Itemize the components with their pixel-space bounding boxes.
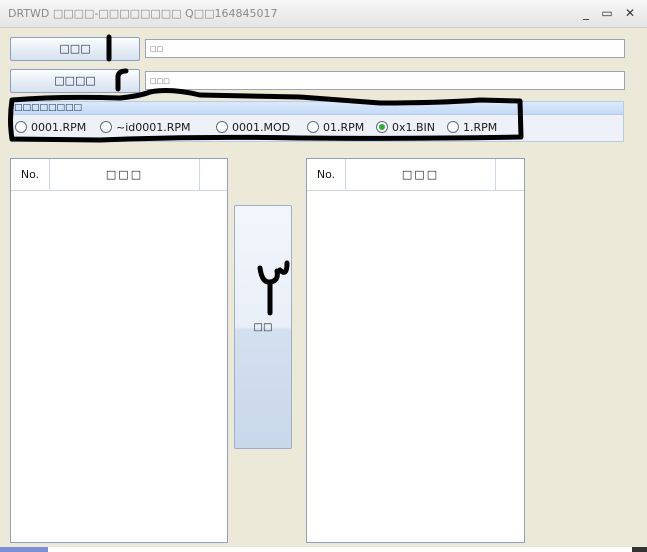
format-group-header: □□□□□□□□ xyxy=(10,101,624,115)
radio-id0001-rpm[interactable]: ~id0001.RPM xyxy=(100,120,191,134)
radio-1-rpm[interactable]: 1.RPM xyxy=(447,120,497,134)
radio-circle-icon[interactable] xyxy=(216,121,228,133)
right-list-header: No. □□□ xyxy=(307,159,524,191)
left-col-name[interactable]: □□□ xyxy=(50,159,200,190)
radio-circle-icon[interactable] xyxy=(307,121,319,133)
top-path-input[interactable]: □□ xyxy=(145,39,625,58)
right-col-no[interactable]: No. xyxy=(307,159,346,190)
radio-circle-icon[interactable] xyxy=(100,121,112,133)
radio-label: 0001.RPM xyxy=(31,120,87,134)
top-action-button[interactable]: □□□ xyxy=(10,37,140,61)
radio-0x1-bin[interactable]: 0x1.BIN xyxy=(376,120,435,134)
title-bar: DRTWD □□□□-□□□□□□□□ Q□□164845017 _ ▭ ✕ xyxy=(0,0,647,28)
left-list-header: No. □□□ xyxy=(11,159,227,191)
right-col-name[interactable]: □□□ xyxy=(346,159,496,190)
second-path-input[interactable]: □□□ xyxy=(145,71,625,90)
radio-circle-icon[interactable] xyxy=(15,121,27,133)
bottom-right-strip xyxy=(632,547,647,552)
radio-selected-icon[interactable] xyxy=(376,121,388,133)
minimize-icon[interactable]: _ xyxy=(578,5,594,21)
maximize-icon[interactable]: ▭ xyxy=(599,5,615,21)
radio-0001-rpm[interactable]: 0001.RPM xyxy=(15,120,86,134)
transfer-button-label: □□ xyxy=(253,322,273,333)
close-icon[interactable]: ✕ xyxy=(622,5,638,21)
radio-label: 0x1.BIN xyxy=(392,120,436,134)
transfer-button[interactable]: □□ xyxy=(234,205,292,449)
left-file-list[interactable]: No. □□□ xyxy=(10,158,228,543)
radio-label: ~id0001.RPM xyxy=(116,120,191,134)
second-action-button[interactable]: □□□□ xyxy=(10,69,140,93)
radio-label: 1.RPM xyxy=(463,120,498,134)
bottom-left-strip xyxy=(0,547,48,552)
radio-circle-icon[interactable] xyxy=(447,121,459,133)
radio-01-rpm[interactable]: 01.RPM xyxy=(307,120,364,134)
radio-0001-mod[interactable]: 0001.MOD xyxy=(216,120,290,134)
radio-label: 0001.MOD xyxy=(232,120,291,134)
bottom-bar xyxy=(48,547,632,552)
format-group-title: □□□□□□□□ xyxy=(14,103,83,113)
left-col-no[interactable]: No. xyxy=(11,159,50,190)
right-file-list[interactable]: No. □□□ xyxy=(306,158,525,543)
radio-label: 01.RPM xyxy=(323,120,365,134)
window-title: DRTWD □□□□-□□□□□□□□ Q□□164845017 xyxy=(8,7,278,20)
